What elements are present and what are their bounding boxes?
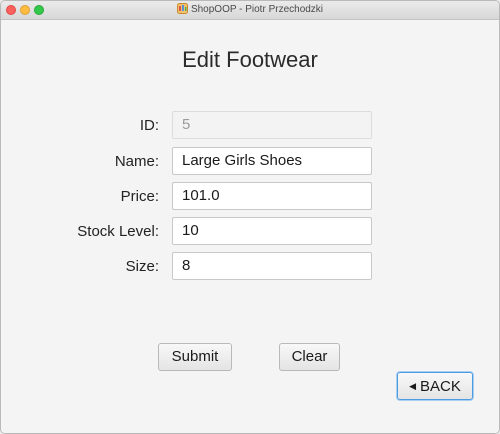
size-label: Size: <box>125 258 159 275</box>
price-field[interactable]: 101.0 <box>172 182 372 210</box>
price-label: Price: <box>120 188 159 205</box>
stock-level-field[interactable]: 10 <box>172 217 372 245</box>
size-field[interactable]: 8 <box>172 252 372 280</box>
edit-footwear-form: Edit Footwear ID: 5 Name: Large Girls Sh… <box>1 20 499 433</box>
id-label: ID: <box>139 117 159 134</box>
stock-level-label: Stock Level: <box>77 223 159 240</box>
clear-button[interactable]: Clear <box>279 343 340 371</box>
window-title: ShopOOP - Piotr Przechodzki <box>190 4 324 15</box>
submit-button[interactable]: Submit <box>158 343 232 371</box>
title-bar: ShopOOP - Piotr Przechodzki <box>1 1 499 20</box>
page-title: Edit Footwear <box>182 47 318 72</box>
id-field: 5 <box>172 111 372 139</box>
app-window: ShopOOP - Piotr Przechodzki Edit Footwea… <box>0 0 500 434</box>
window-title-area: ShopOOP - Piotr Przechodzki <box>1 3 499 17</box>
app-icon <box>176 3 188 14</box>
name-label: Name: <box>114 153 159 170</box>
back-button[interactable]: ◀ BACK <box>397 372 473 400</box>
back-triangle-icon: ◀ <box>409 381 417 391</box>
name-field[interactable]: Large Girls Shoes <box>172 147 372 175</box>
back-button-label: BACK <box>420 378 461 395</box>
